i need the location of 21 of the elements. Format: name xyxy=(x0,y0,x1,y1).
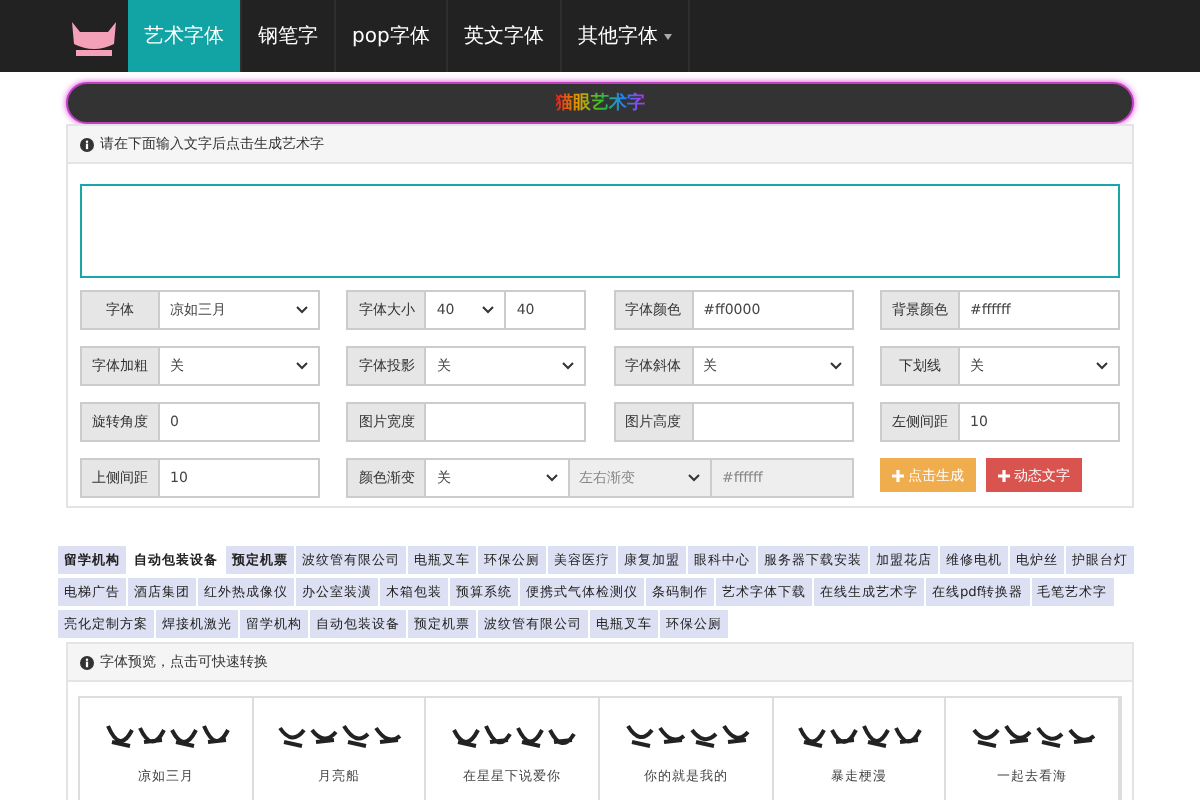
caret-icon xyxy=(1095,362,1108,370)
nav-tab[interactable]: 其他字体 xyxy=(561,0,690,72)
caret-icon xyxy=(562,362,575,370)
info-icon xyxy=(80,137,94,151)
nav-tab[interactable]: pop字体 xyxy=(336,0,448,72)
info-icon xyxy=(80,655,94,669)
caret-icon xyxy=(663,33,672,39)
caret-icon xyxy=(829,362,842,370)
plus-icon xyxy=(997,469,1010,481)
nav-tab[interactable]: 英文字体 xyxy=(447,0,562,72)
caret-icon xyxy=(296,362,308,370)
input-field[interactable] xyxy=(693,402,854,442)
input-field[interactable] xyxy=(426,402,587,442)
nav-tab[interactable]: 钢笔字 xyxy=(242,0,336,72)
caret-icon xyxy=(545,474,558,482)
caret-icon xyxy=(296,306,308,314)
caret-icon xyxy=(687,474,700,482)
caret-icon xyxy=(482,306,495,314)
plus-icon xyxy=(891,469,904,481)
text-input-area[interactable] xyxy=(80,184,1120,278)
site-title: 猫眼艺术字 xyxy=(555,90,645,116)
